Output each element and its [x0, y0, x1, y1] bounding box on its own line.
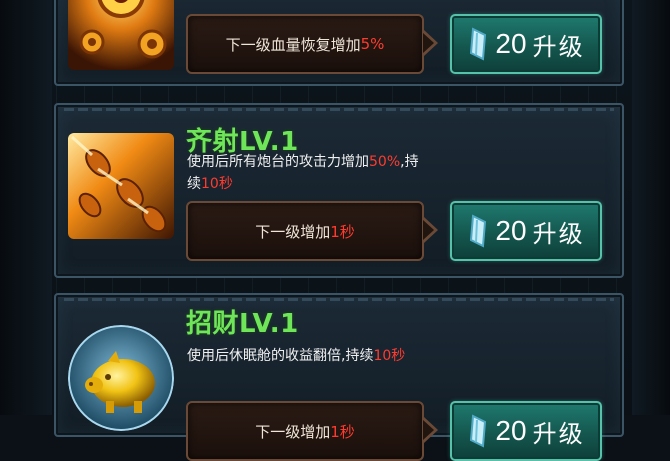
next-level-text: 下一级血量恢复增加 [225, 35, 361, 54]
missiles-icon [68, 133, 174, 239]
upgrade-button[interactable]: 20 升级 [450, 401, 602, 461]
desc-highlight: 10秒 [201, 176, 233, 192]
crystal-icon [470, 414, 487, 448]
golden-piggy-bank-icon [68, 325, 174, 431]
next-level-bonus: 下一级增加 1秒 [186, 401, 438, 461]
desc-highlight: 50% [369, 154, 401, 170]
upgrade-cost: 20 [495, 28, 527, 59]
next-level-text: 下一级增加 [255, 222, 331, 241]
skill-description: 使用后所有炮台的攻击力增加50%,持 续10秒 [187, 151, 507, 195]
next-level-value: 5% [360, 35, 385, 53]
upgrade-cost: 20 [495, 415, 527, 446]
skill-card-salvo: 齐射LV.1 使用后所有炮台的攻击力增加50%,持 续10秒 下一级增加 1秒 2… [54, 103, 624, 278]
upgrade-label: 升级 [532, 419, 585, 448]
next-level-bonus: 下一级增加 1秒 [186, 201, 438, 261]
skill-description: 使用后休眠舱的收益翻倍,持续10秒 [187, 345, 507, 367]
next-level-text: 下一级增加 [255, 422, 331, 441]
upgrade-button[interactable]: 20 升级 [450, 201, 602, 261]
desc-text: 使用后休眠舱的收益翻倍,持续 [187, 348, 374, 364]
crystal-icon [470, 27, 487, 61]
upgrade-label: 升级 [532, 32, 585, 61]
upgrade-label: 升级 [532, 219, 585, 248]
right-frame [632, 0, 670, 415]
desc-text: 使用后所有炮台的攻击力增加 [187, 154, 369, 170]
upgrade-cost: 20 [495, 215, 527, 246]
desc-text: ,持 [400, 154, 419, 170]
skill-card-fortune: 招财LV.1 使用后休眠舱的收益翻倍,持续10秒 下一级增加 1秒 20 升级 [54, 293, 624, 461]
next-level-bonus: 下一级血量恢复增加 5% [186, 14, 438, 74]
crystal-icon [470, 214, 487, 248]
skill-card-heal: 下一级血量恢复增加 5% 20 升级 [54, 0, 624, 86]
next-level-value: 1秒 [330, 222, 355, 241]
next-level-value: 1秒 [330, 422, 355, 441]
upgrade-button[interactable]: 20 升级 [450, 14, 602, 74]
skill-title: 招财LV.1 [186, 309, 299, 339]
gear-heal-icon [68, 0, 174, 70]
desc-text: 续 [187, 176, 201, 192]
desc-highlight: 10秒 [373, 348, 406, 364]
left-frame [0, 0, 52, 415]
